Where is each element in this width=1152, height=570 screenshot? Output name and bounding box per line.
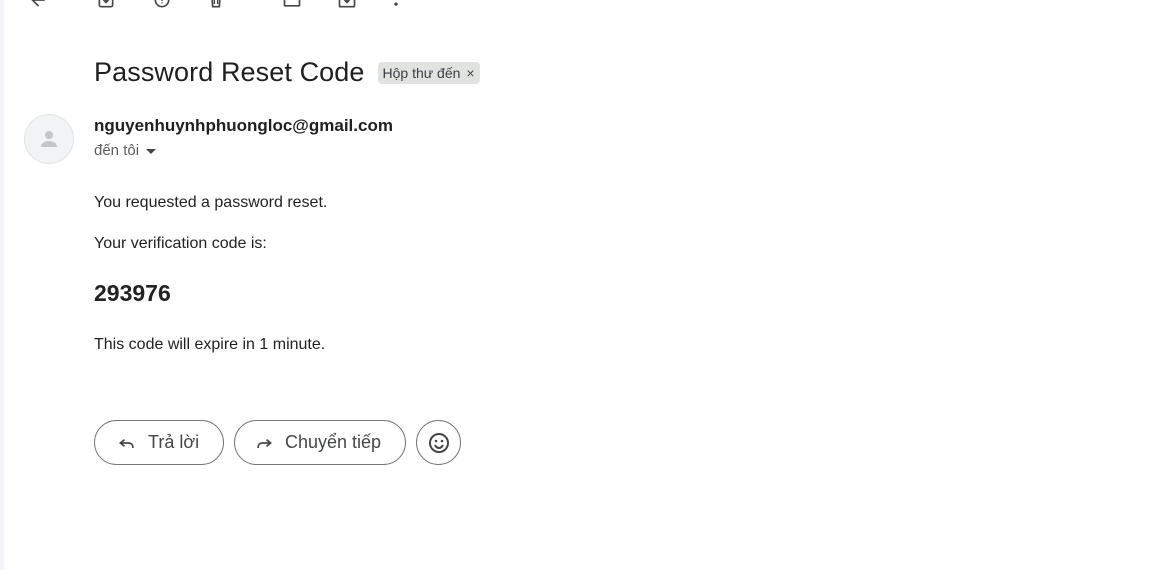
recipient-label: đến tôi [94, 142, 140, 159]
inbox-label-text: Hộp thư đến [382, 65, 461, 81]
more-vert-icon[interactable] [384, 0, 408, 12]
recipient-dropdown[interactable]: đến tôi [94, 142, 157, 159]
archive-icon[interactable] [94, 0, 118, 12]
delete-icon[interactable] [204, 0, 228, 12]
body-line-3: This code will expire in 1 minute. [94, 336, 326, 353]
emoji-smile-icon [428, 432, 449, 453]
message-toolbar [0, 0, 1152, 12]
verification-code: 293976 [94, 280, 171, 306]
report-spam-icon[interactable] [150, 0, 174, 12]
reply-label: Trả lời [148, 432, 200, 452]
email-subject: Password Reset Code [94, 56, 365, 87]
inbox-label-chip[interactable]: Hộp thư đến × [377, 62, 480, 84]
forward-icon [253, 432, 275, 454]
remove-label-icon[interactable]: × [466, 65, 474, 81]
body-line-2: Your verification code is: [94, 235, 267, 252]
back-arrow-icon[interactable] [26, 0, 50, 12]
move-to-icon[interactable] [335, 0, 359, 12]
sender-avatar[interactable] [24, 114, 74, 164]
person-icon [41, 131, 57, 147]
subject-row: Password Reset Code Hộp thư đến × [94, 52, 480, 92]
left-edge-panel [0, 0, 4, 570]
body-line-1: You requested a password reset. [94, 194, 328, 211]
forward-label: Chuyển tiếp [285, 432, 382, 452]
forward-button[interactable]: Chuyển tiếp [234, 420, 406, 465]
caret-down-icon[interactable] [146, 149, 157, 154]
mark-unread-icon[interactable] [280, 0, 304, 12]
emoji-reaction-button[interactable] [416, 420, 461, 465]
reply-icon [116, 432, 138, 454]
reply-button[interactable]: Trả lời [94, 420, 224, 465]
sender-email[interactable]: nguyenhuynhphuongloc@gmail.com [94, 116, 393, 136]
